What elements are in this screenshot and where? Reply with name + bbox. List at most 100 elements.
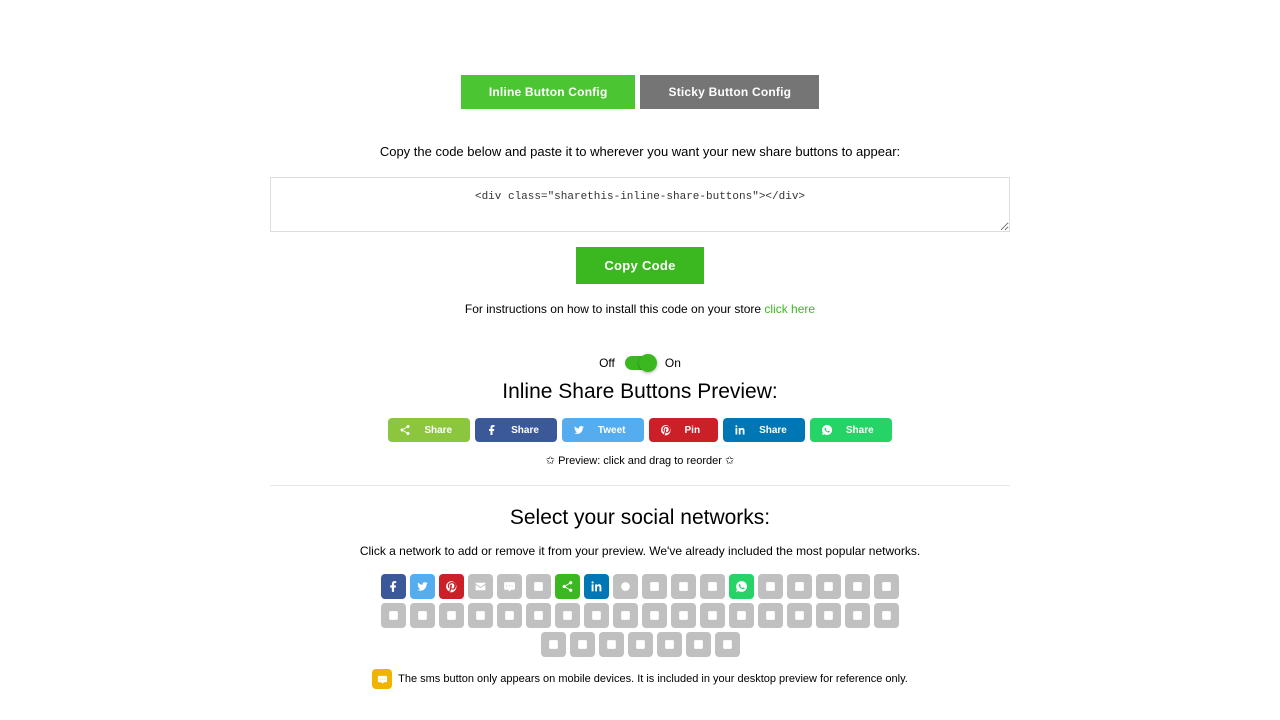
code-snippet-box[interactable]: <div class="sharethis-inline-share-butto… [270, 177, 1010, 232]
network-gmail-button[interactable] [671, 603, 696, 628]
toggle-off-label: Off [599, 356, 615, 370]
sms-icon [503, 580, 516, 593]
network-yahoomail-button[interactable] [657, 632, 682, 657]
network-whatsapp-button[interactable] [729, 574, 754, 599]
preview-label: Tweet [598, 425, 626, 436]
sharethis-icon [561, 580, 574, 593]
line-icon [764, 609, 777, 622]
network-sharethis-button[interactable] [555, 574, 580, 599]
network-flipboard-button[interactable] [410, 603, 435, 628]
network-pocket-button[interactable] [787, 603, 812, 628]
preview-whatsapp-button[interactable]: Share [810, 418, 892, 442]
network-renren-button[interactable] [874, 603, 899, 628]
code-instruction: Copy the code below and paste it to wher… [137, 144, 1144, 159]
messenger-icon [532, 580, 545, 593]
network-wordpress-button[interactable] [686, 632, 711, 657]
network-wechat-button[interactable] [715, 632, 740, 657]
googlebookmarks-icon [648, 609, 661, 622]
delicious-icon [503, 609, 516, 622]
douban-icon [590, 609, 603, 622]
meneame-icon [445, 609, 458, 622]
linkedin-icon [733, 423, 747, 437]
email-icon [474, 580, 487, 593]
network-hackernews-button[interactable] [700, 603, 725, 628]
twitter-icon [572, 423, 586, 437]
copy-code-button[interactable]: Copy Code [576, 247, 703, 284]
network-threema-button[interactable] [628, 632, 653, 657]
preview-twitter-button[interactable]: Tweet [562, 418, 644, 442]
network-qzone-button[interactable] [816, 603, 841, 628]
network-tumblr-button[interactable] [642, 574, 667, 599]
network-instapaper-button[interactable] [729, 603, 754, 628]
install-link[interactable]: click here [764, 302, 815, 316]
select-subtitle: Click a network to add or remove it from… [137, 544, 1144, 558]
enable-toggle[interactable] [625, 356, 655, 370]
network-email-button[interactable] [468, 574, 493, 599]
hackernews-icon [706, 609, 719, 622]
wordpress-icon [692, 638, 705, 651]
network-buffer-button[interactable] [526, 603, 551, 628]
preview-label: Share [759, 425, 787, 436]
enable-toggle-row: Off On [137, 356, 1144, 370]
preview-label: Share [511, 425, 539, 436]
whatsapp-icon [820, 423, 834, 437]
preview-label: Pin [685, 425, 701, 436]
odnoklassniki-icon [822, 580, 835, 593]
network-weibo-button[interactable] [787, 574, 812, 599]
facebook-icon [485, 423, 499, 437]
whatsapp-icon [735, 580, 748, 593]
preview-pinterest-button[interactable]: Pin [649, 418, 719, 442]
print-icon [880, 580, 893, 593]
preview-hint: ✩ Preview: click and drag to reorder ✩ [137, 454, 1144, 467]
network-skype-button[interactable] [570, 632, 595, 657]
network-digg-button[interactable] [671, 574, 696, 599]
weibo-icon [793, 580, 806, 593]
qzone-icon [822, 609, 835, 622]
network-blogger-button[interactable] [381, 603, 406, 628]
vk-icon [764, 580, 777, 593]
network-xing-button[interactable] [845, 574, 870, 599]
preview-sharethis-button[interactable]: Share [388, 418, 470, 442]
network-refind-button[interactable] [845, 603, 870, 628]
pocket-icon [793, 609, 806, 622]
select-title: Select your social networks: [137, 506, 1144, 530]
network-evernote-button[interactable] [613, 603, 638, 628]
network-print-button[interactable] [874, 574, 899, 599]
toggle-on-label: On [665, 356, 681, 370]
sharethis-icon [398, 423, 412, 437]
stumbleupon-icon [706, 580, 719, 593]
network-line-button[interactable] [758, 603, 783, 628]
sms-note: The sms button only appears on mobile de… [137, 669, 1144, 689]
network-pinterest-button[interactable] [439, 574, 464, 599]
network-linkedin-button[interactable] [584, 574, 609, 599]
preview-facebook-button[interactable]: Share [475, 418, 557, 442]
wechat-icon [721, 638, 734, 651]
renren-icon [880, 609, 893, 622]
network-diaspora-button[interactable] [555, 603, 580, 628]
network-sms-button[interactable] [497, 574, 522, 599]
evernote-icon [619, 609, 632, 622]
refind-icon [851, 609, 864, 622]
networks-grid [380, 574, 900, 657]
tab-sticky[interactable]: Sticky Button Config [640, 75, 819, 109]
network-telegram-button[interactable] [599, 632, 624, 657]
network-reddit-button[interactable] [613, 574, 638, 599]
network-stumbleupon-button[interactable] [700, 574, 725, 599]
network-surfingbird-button[interactable] [541, 632, 566, 657]
network-vk-button[interactable] [758, 574, 783, 599]
install-instructions: For instructions on how to install this … [137, 302, 1144, 316]
network-mailru-button[interactable] [468, 603, 493, 628]
network-delicious-button[interactable] [497, 603, 522, 628]
instapaper-icon [735, 609, 748, 622]
network-douban-button[interactable] [584, 603, 609, 628]
network-twitter-button[interactable] [410, 574, 435, 599]
network-googlebookmarks-button[interactable] [642, 603, 667, 628]
network-odnoklassniki-button[interactable] [816, 574, 841, 599]
network-messenger-button[interactable] [526, 574, 551, 599]
gmail-icon [677, 609, 690, 622]
preview-linkedin-button[interactable]: Share [723, 418, 805, 442]
xing-icon [851, 580, 864, 593]
network-meneame-button[interactable] [439, 603, 464, 628]
network-facebook-button[interactable] [381, 574, 406, 599]
tab-inline[interactable]: Inline Button Config [461, 75, 636, 109]
